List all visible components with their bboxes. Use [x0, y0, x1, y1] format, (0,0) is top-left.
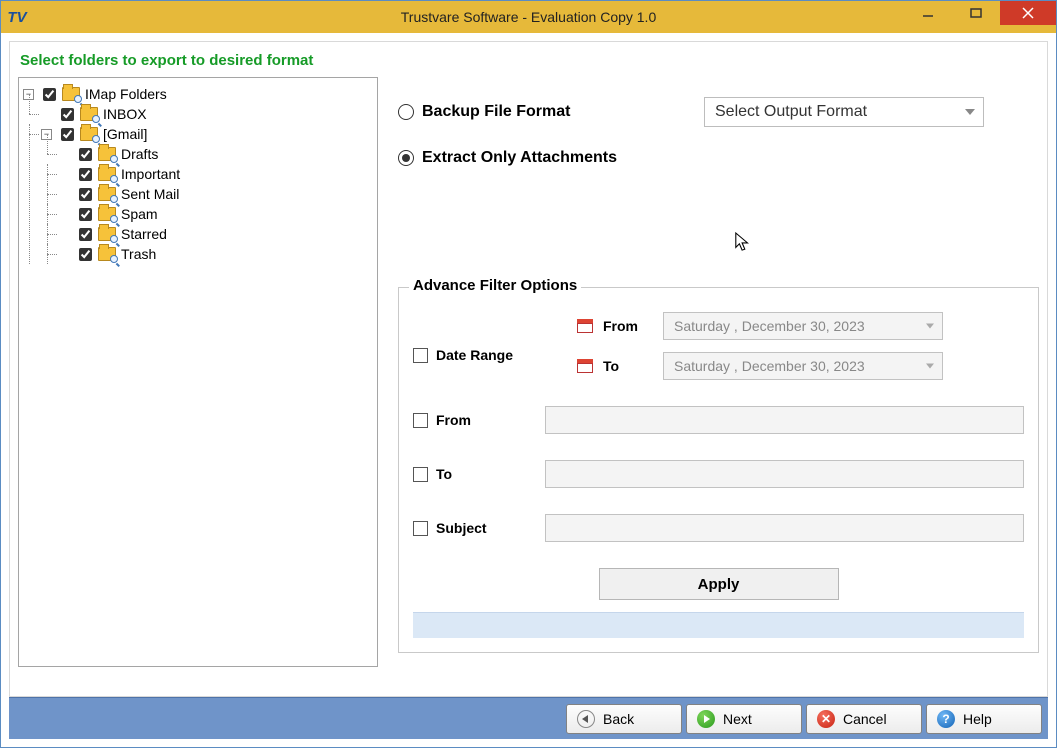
tree-node-gmail[interactable]: − [Gmail] [41, 124, 373, 144]
date-range-label: Date Range [436, 347, 513, 363]
tree-node-root[interactable]: − IMap Folders [23, 84, 373, 104]
folder-icon [98, 207, 116, 221]
date-to-label: To [603, 358, 653, 374]
tree-node[interactable]: Drafts [59, 144, 373, 164]
tree-check[interactable] [79, 168, 92, 181]
tree-node-inbox[interactable]: INBOX [41, 104, 373, 124]
date-from-label: From [603, 318, 653, 334]
tree-check[interactable] [61, 108, 74, 121]
maximize-button[interactable] [952, 1, 1000, 25]
date-range-checkbox[interactable] [413, 348, 428, 363]
tree-label: Starred [121, 226, 167, 242]
tree-node[interactable]: Spam [59, 204, 373, 224]
tree-label: Trash [121, 246, 156, 262]
tree-node[interactable]: Sent Mail [59, 184, 373, 204]
filter-subject-row: Subject [413, 514, 1024, 542]
filter-options-group: Advance Filter Options Date Range From [398, 287, 1039, 653]
mode-extract-row: Extract Only Attachments [398, 149, 1039, 167]
tree-label: Sent Mail [121, 186, 179, 202]
back-label: Back [603, 711, 634, 727]
radio-backup[interactable] [398, 104, 414, 120]
tree-label: Important [121, 166, 180, 182]
group-footer-strip [413, 612, 1024, 638]
folder-icon [98, 227, 116, 241]
radio-backup-label: Backup File Format [422, 103, 570, 121]
help-label: Help [963, 711, 992, 727]
window-controls [904, 1, 1056, 25]
tree-check[interactable] [79, 148, 92, 161]
tree-label: Drafts [121, 146, 158, 162]
tree-label: Spam [121, 206, 158, 222]
client-area: Select folders to export to desired form… [1, 33, 1056, 747]
to-label: To [436, 466, 452, 482]
folder-icon [98, 247, 116, 261]
to-checkbox[interactable] [413, 467, 428, 482]
tree-label: [Gmail] [103, 126, 147, 142]
tree-check[interactable] [79, 208, 92, 221]
content-row: − IMap Folders [18, 77, 1039, 696]
close-button[interactable] [1000, 1, 1056, 25]
filter-to-row: To [413, 460, 1024, 488]
help-icon: ? [937, 710, 955, 728]
folder-icon [98, 167, 116, 181]
date-to-picker[interactable]: Saturday , December 30, 2023 [663, 352, 943, 380]
cancel-icon: ✕ [817, 710, 835, 728]
back-button[interactable]: Back [566, 704, 682, 734]
help-button[interactable]: ? Help [926, 704, 1042, 734]
app-window: TV Trustvare Software - Evaluation Copy … [0, 0, 1057, 748]
minimize-button[interactable] [904, 1, 952, 25]
tree-check[interactable] [43, 88, 56, 101]
tree-label: IMap Folders [85, 86, 167, 102]
cancel-label: Cancel [843, 711, 887, 727]
filter-from-row: From [413, 406, 1024, 434]
folder-icon [80, 127, 98, 141]
cancel-button[interactable]: ✕ Cancel [806, 704, 922, 734]
to-input[interactable] [545, 460, 1024, 488]
from-label: From [436, 412, 471, 428]
next-icon [697, 710, 715, 728]
folder-icon [62, 87, 80, 101]
radio-extract-label: Extract Only Attachments [422, 149, 617, 167]
folder-icon [80, 107, 98, 121]
folder-icon [98, 187, 116, 201]
output-format-select[interactable]: Select Output Format [704, 97, 984, 127]
titlebar: TV Trustvare Software - Evaluation Copy … [1, 1, 1056, 33]
button-bar: Back Next ✕ Cancel ? Help [9, 697, 1048, 739]
window-title: Trustvare Software - Evaluation Copy 1.0 [1, 9, 1056, 25]
calendar-icon [577, 359, 593, 373]
calendar-icon [577, 319, 593, 333]
tree-node[interactable]: Important [59, 164, 373, 184]
page-heading: Select folders to export to desired form… [18, 50, 1039, 77]
from-input[interactable] [545, 406, 1024, 434]
tree-node[interactable]: Trash [59, 244, 373, 264]
date-range-row: Date Range From Saturday , December 30, … [413, 312, 1024, 380]
radio-extract[interactable] [398, 150, 414, 166]
tree-check[interactable] [79, 188, 92, 201]
output-format-placeholder: Select Output Format [715, 103, 867, 121]
date-from-picker[interactable]: Saturday , December 30, 2023 [663, 312, 943, 340]
tree-check[interactable] [79, 248, 92, 261]
subject-label: Subject [436, 520, 487, 536]
folder-icon [98, 147, 116, 161]
next-button[interactable]: Next [686, 704, 802, 734]
tree-check[interactable] [79, 228, 92, 241]
tree-check[interactable] [61, 128, 74, 141]
folder-tree[interactable]: − IMap Folders [18, 77, 378, 667]
tree-label: INBOX [103, 106, 147, 122]
mode-backup-row: Backup File Format Select Output Format [398, 97, 1039, 127]
apply-button[interactable]: Apply [599, 568, 839, 600]
app-logo: TV [5, 5, 29, 29]
from-checkbox[interactable] [413, 413, 428, 428]
inner-frame: Select folders to export to desired form… [9, 41, 1048, 697]
filter-legend: Advance Filter Options [409, 277, 581, 294]
right-panel: Backup File Format Select Output Format … [398, 77, 1039, 696]
subject-checkbox[interactable] [413, 521, 428, 536]
subject-input[interactable] [545, 514, 1024, 542]
next-label: Next [723, 711, 752, 727]
back-icon [577, 710, 595, 728]
tree-node[interactable]: Starred [59, 224, 373, 244]
